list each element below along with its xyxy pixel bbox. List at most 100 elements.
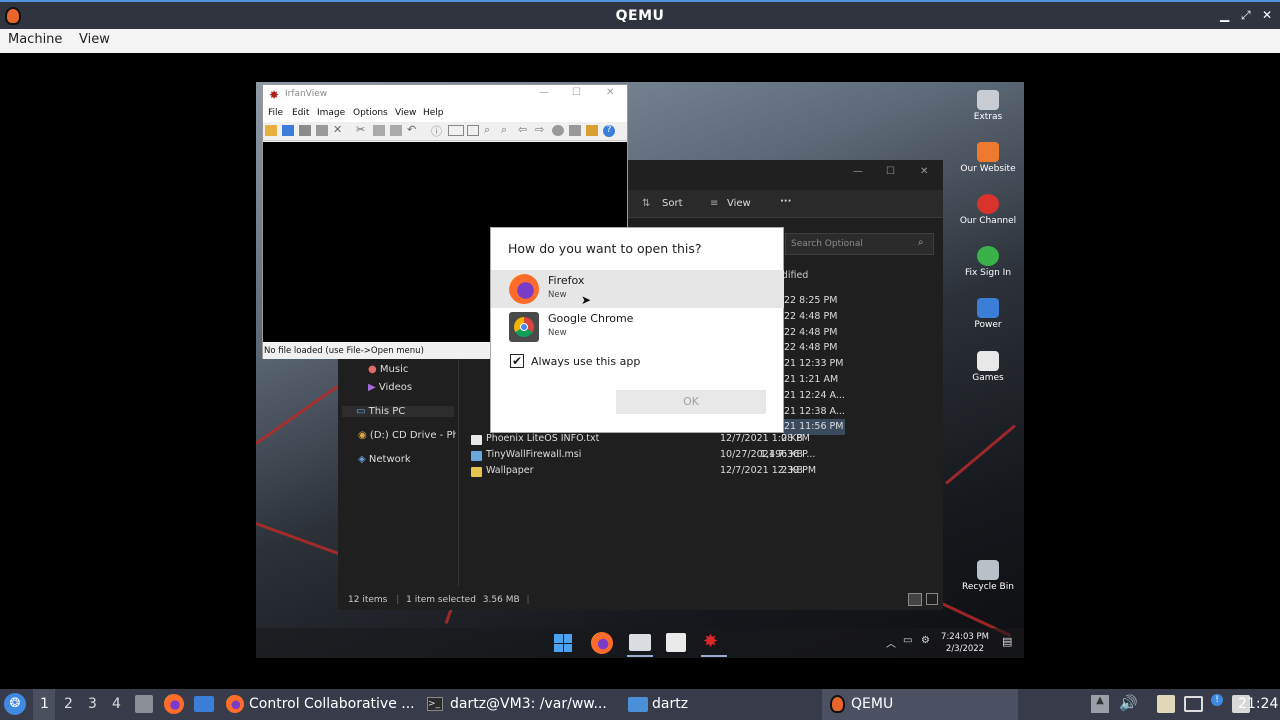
firefox-launcher-icon[interactable]: [164, 694, 184, 714]
irfan-menu-file[interactable]: File: [268, 108, 283, 118]
explorer-minimize-button[interactable]: —: [853, 166, 863, 177]
ok-button[interactable]: OK: [616, 390, 766, 414]
open-with-dialog[interactable]: How do you want to open this? Firefox Ne…: [490, 227, 784, 433]
guest-clock[interactable]: 7:24:03 PM 2/3/2022: [936, 631, 994, 655]
fullscreen-icon[interactable]: [467, 125, 479, 136]
file-row[interactable]: TinyWallFirewall.msi 1,496 KB 10/27/2021…: [468, 449, 968, 465]
always-use-checkbox[interactable]: ✔: [510, 354, 524, 368]
desktop-icon-recycle-bin[interactable]: Recycle Bin: [956, 560, 1020, 592]
search-input[interactable]: Search Optional ⌕: [785, 233, 934, 255]
file-date: 12/7/2021 12:39 PM: [720, 465, 817, 476]
desktop-icon-power[interactable]: Power: [956, 298, 1020, 330]
irfan-menu-view[interactable]: View: [395, 108, 416, 118]
app-menu-icon[interactable]: ❂: [4, 693, 26, 715]
desktop-icon-games[interactable]: Games: [956, 351, 1020, 383]
next-icon[interactable]: ⇨: [535, 123, 544, 136]
tiles-view-icon[interactable]: [926, 593, 938, 605]
host-clock[interactable]: 21:24: [1238, 696, 1278, 712]
guest-clock-date: 2/3/2022: [945, 644, 985, 654]
desktop-icon-our-website[interactable]: Our Website: [956, 142, 1020, 174]
settings-icon[interactable]: [586, 125, 598, 136]
workspace-4[interactable]: 4: [112, 696, 121, 712]
irfanview-taskbar-icon[interactable]: ✸: [703, 631, 718, 652]
volume-icon[interactable]: 🔊: [1119, 694, 1138, 712]
copy-icon[interactable]: [373, 125, 385, 136]
thumbnails-icon[interactable]: [282, 125, 294, 136]
workspace-2[interactable]: 2: [64, 696, 73, 712]
firefox-taskbar-icon[interactable]: [591, 632, 613, 654]
undo-icon[interactable]: ↶: [407, 123, 416, 136]
option-google-chrome[interactable]: Google Chrome New: [491, 308, 784, 346]
zoom-in-icon[interactable]: ⌕: [484, 123, 490, 137]
previous-icon[interactable]: ⇦: [518, 123, 527, 136]
file-row[interactable]: Phoenix LiteOS INFO.txt 2 KB 12/7/2021 1…: [468, 433, 968, 449]
desktop-icon-our-channel[interactable]: Our Channel: [956, 194, 1020, 226]
tray-app-icon[interactable]: ⚙: [921, 635, 930, 646]
tray-network-icon[interactable]: ▭: [903, 635, 912, 646]
window-title-bar: QEMU ▁ ⤢ ✕: [0, 0, 1280, 29]
tray-arrow-icon[interactable]: ▲: [1091, 695, 1109, 713]
slideshow-icon[interactable]: [552, 125, 564, 136]
task-terminal[interactable]: >_ dartz@VM3: /var/ww...: [422, 689, 617, 720]
irfan-menu-edit[interactable]: Edit: [292, 108, 309, 118]
tray-chevron-icon[interactable]: ︿: [886, 635, 896, 650]
sidebar-item-music[interactable]: ● Music: [368, 364, 408, 375]
cut-icon[interactable]: ✂: [356, 123, 365, 136]
update-icon[interactable]: !: [1211, 694, 1223, 706]
task-file-manager[interactable]: dartz: [622, 689, 817, 720]
sidebar-item-this-pc[interactable]: ▭ This PC: [342, 406, 454, 417]
properties-icon[interactable]: [569, 125, 581, 136]
irfan-menu-help[interactable]: Help: [423, 108, 444, 118]
irfanview-minimize-button[interactable]: —: [539, 87, 549, 98]
show-desktop-icon[interactable]: [194, 696, 214, 712]
file-date: 22 4:48 PM: [784, 326, 838, 338]
option-subtitle: New: [548, 328, 567, 338]
text-file-icon: [471, 435, 482, 445]
workspace-1[interactable]: 1: [40, 696, 49, 712]
irfan-menu-image[interactable]: Image: [317, 108, 345, 118]
menu-machine[interactable]: Machine: [8, 32, 62, 47]
start-icon[interactable]: [554, 634, 572, 652]
desktop-icon-fix-sign-in[interactable]: Fix Sign In: [956, 246, 1020, 278]
irfanview-maximize-button[interactable]: ☐: [572, 87, 581, 98]
network-tray-icon[interactable]: [1184, 696, 1203, 712]
option-firefox[interactable]: Firefox New: [491, 270, 784, 308]
sidebar-item-videos[interactable]: ▶ Videos: [368, 382, 412, 393]
explorer-maximize-button[interactable]: ☐: [886, 166, 895, 177]
workspace-3[interactable]: 3: [88, 696, 97, 712]
help-icon[interactable]: ?: [603, 125, 615, 137]
open-icon[interactable]: [265, 125, 277, 136]
zoom-out-icon[interactable]: ⌕: [501, 123, 507, 137]
desktop-icon-extras[interactable]: Extras: [956, 90, 1020, 122]
notification-icon[interactable]: ▤: [1002, 635, 1012, 648]
save-icon[interactable]: [299, 125, 311, 136]
menu-view[interactable]: View: [79, 32, 110, 47]
file-explorer-taskbar-icon[interactable]: [629, 634, 651, 651]
close-button[interactable]: ✕: [1262, 8, 1272, 22]
irfanview-close-button[interactable]: ✕: [606, 87, 614, 98]
maximize-button[interactable]: ⤢: [1241, 8, 1251, 23]
print-icon[interactable]: [316, 125, 328, 136]
file-manager-launcher-icon[interactable]: [135, 695, 153, 713]
chrome-icon-tile: [509, 312, 539, 342]
minimize-button[interactable]: ▁: [1220, 8, 1229, 22]
more-options-button[interactable]: ···: [780, 196, 791, 207]
file-date: 10/27/2021 7:36 P...: [720, 449, 816, 460]
clipboard-icon[interactable]: [1157, 695, 1175, 713]
irfan-menu-options[interactable]: Options: [353, 108, 388, 118]
details-view-icon[interactable]: [908, 593, 922, 606]
store-taskbar-icon[interactable]: [666, 633, 686, 652]
task-firefox[interactable]: Control Collaborative ...: [222, 689, 417, 720]
sidebar-item-network[interactable]: ◈ Network: [358, 454, 411, 465]
explorer-close-button[interactable]: ✕: [920, 166, 928, 177]
view-button[interactable]: View: [727, 198, 751, 209]
view-icon: ≡: [710, 198, 719, 209]
fit-icon[interactable]: [448, 125, 464, 136]
file-row[interactable]: Wallpaper 2 KB 12/7/2021 12:39 PM: [468, 465, 968, 481]
paste-icon[interactable]: [390, 125, 402, 136]
sidebar-item-cd-drive[interactable]: ◉ (D:) CD Drive - Phoe: [358, 430, 456, 441]
sort-button[interactable]: Sort: [662, 198, 683, 209]
info-icon[interactable]: ⓘ: [431, 123, 442, 139]
task-qemu[interactable]: QEMU: [822, 689, 1018, 720]
delete-icon[interactable]: ✕: [333, 123, 342, 136]
